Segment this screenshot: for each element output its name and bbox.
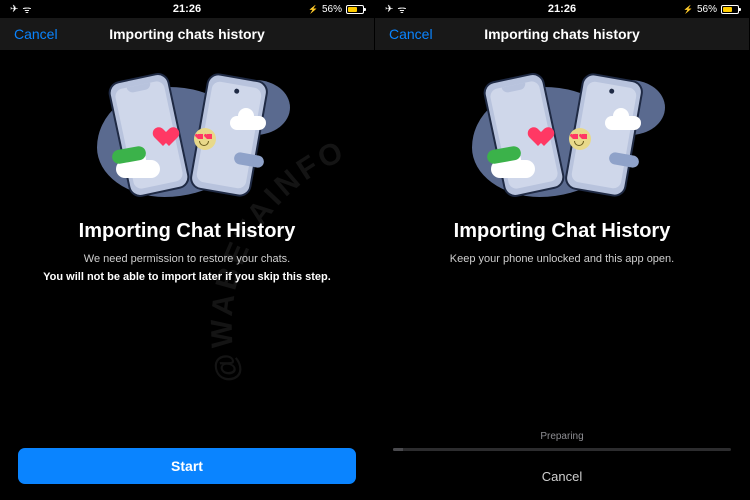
heart-icon — [535, 128, 557, 150]
airplane-icon: ✈ — [10, 4, 18, 15]
status-time: 21:26 — [173, 3, 201, 15]
nav-bar: Cancel Importing chats history — [375, 18, 749, 50]
subtitle-line-1: We need permission to restore your chats… — [84, 253, 290, 265]
charging-icon: ⚡ — [308, 5, 318, 14]
heart-icon — [160, 128, 182, 150]
nav-cancel-button[interactable]: Cancel — [375, 26, 433, 42]
nav-cancel-button[interactable]: Cancel — [0, 26, 58, 42]
start-button[interactable]: Start — [18, 448, 356, 484]
nav-title: Importing chats history — [109, 26, 265, 42]
battery-icon — [721, 5, 739, 14]
charging-icon: ⚡ — [683, 5, 693, 14]
hero-illustration — [82, 72, 292, 202]
page-heading: Importing Chat History — [79, 220, 296, 243]
screen-right: ✈ ᯤ 21:26 ⚡ 56% Cancel Importing chats h… — [375, 0, 750, 500]
battery-percent: 56% — [697, 4, 717, 15]
progress-bar — [393, 448, 731, 451]
hero-illustration — [457, 72, 667, 202]
airplane-icon: ✈ — [385, 4, 393, 15]
nav-bar: Cancel Importing chats history — [0, 18, 374, 50]
screen-left: ✈ ᯤ 21:26 ⚡ 56% Cancel Importing chats h… — [0, 0, 375, 500]
status-bar: ✈ ᯤ 21:26 ⚡ 56% — [375, 0, 749, 18]
wifi-icon: ᯤ — [22, 2, 31, 16]
wifi-icon: ᯤ — [397, 2, 406, 16]
nav-title: Importing chats history — [484, 26, 640, 42]
progress-label: Preparing — [540, 431, 583, 442]
battery-percent: 56% — [322, 4, 342, 15]
subtitle-line-1: Keep your phone unlocked and this app op… — [450, 253, 674, 265]
subtitle-line-2: You will not be able to import later if … — [43, 271, 331, 283]
heart-eyes-emoji-icon — [569, 128, 591, 150]
cancel-button[interactable]: Cancel — [542, 469, 582, 484]
battery-icon — [346, 5, 364, 14]
page-heading: Importing Chat History — [454, 220, 671, 243]
status-time: 21:26 — [548, 3, 576, 15]
heart-eyes-emoji-icon — [194, 128, 216, 150]
status-bar: ✈ ᯤ 21:26 ⚡ 56% — [0, 0, 374, 18]
